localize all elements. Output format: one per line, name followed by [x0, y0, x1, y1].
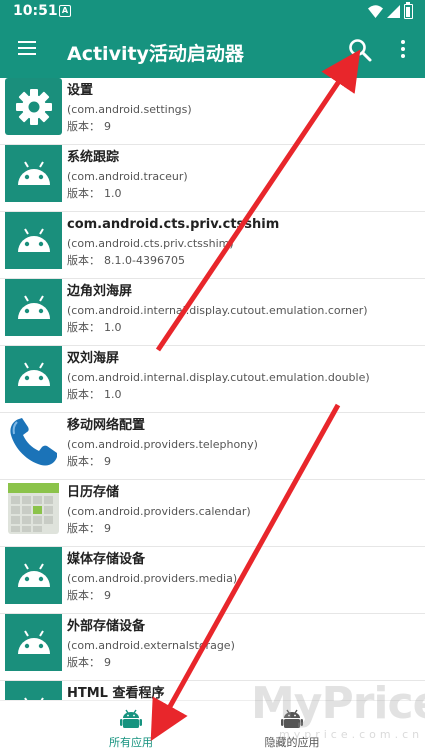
notification-icon: A: [59, 5, 71, 17]
version-label: 版本：: [67, 187, 100, 200]
android-robot-icon: [5, 614, 62, 671]
version-label: 版本：: [67, 522, 100, 535]
list-item[interactable]: 系统跟踪 (com.android.traceur) 版本： 1.0: [0, 145, 425, 212]
app-package: (com.android.externalstorage): [67, 639, 235, 652]
app-name: com.android.cts.priv.ctsshim: [67, 217, 280, 232]
settings-gear-icon: [5, 78, 62, 135]
android-robot-icon: [5, 681, 62, 700]
app-version: 1.0: [104, 321, 122, 334]
app-version: 9: [104, 589, 111, 602]
app-package: (com.android.internal.display.cutout.emu…: [67, 304, 368, 317]
status-bar: 10:51 A: [0, 0, 425, 24]
version-label: 版本：: [67, 455, 100, 468]
cell-signal-icon: [387, 5, 400, 18]
status-time: 10:51: [13, 3, 58, 19]
version-label: 版本：: [67, 254, 100, 267]
app-package: (com.android.internal.display.cutout.emu…: [67, 371, 370, 384]
app-name: 边角刘海屏: [67, 284, 133, 299]
app-name: 外部存储设备: [67, 619, 146, 634]
calendar-icon: [5, 480, 62, 537]
bottom-nav: 所有应用 隐藏的应用: [0, 700, 425, 755]
tab-hidden-apps[interactable]: 隐藏的应用: [186, 701, 398, 755]
app-version: 9: [104, 120, 111, 133]
android-robot-icon: [5, 346, 62, 403]
list-item[interactable]: 外部存储设备 (com.android.externalstorage) 版本：…: [0, 614, 425, 681]
version-label: 版本：: [67, 120, 100, 133]
list-item[interactable]: 设置 (com.android.settings) 版本： 9: [0, 78, 425, 145]
hamburger-icon[interactable]: [18, 41, 36, 55]
android-robot-icon: [5, 279, 62, 336]
app-version: 9: [104, 656, 111, 669]
app-package: (com.android.traceur): [67, 170, 188, 183]
app-name: 系统跟踪: [67, 150, 120, 165]
app-version: 9: [104, 455, 111, 468]
version-label: 版本：: [67, 656, 100, 669]
app-version: 8.1.0-4396705: [104, 254, 185, 267]
app-package: (com.android.providers.telephony): [67, 438, 258, 451]
app-version: 1.0: [104, 388, 122, 401]
list-item[interactable]: 边角刘海屏 (com.android.internal.display.cuto…: [0, 279, 425, 346]
app-name: 日历存储: [67, 485, 120, 500]
tab-label: 隐藏的应用: [264, 736, 320, 749]
app-package: (com.android.providers.calendar): [67, 505, 251, 518]
list-item[interactable]: 媒体存储设备 (com.android.providers.media) 版本：…: [0, 547, 425, 614]
android-robot-icon: [5, 547, 62, 604]
app-name: HTML 查看程序: [67, 686, 165, 700]
phone-handset-icon: [5, 413, 62, 470]
app-name: 双刘海屏: [67, 351, 120, 366]
android-robot-icon: [120, 709, 142, 728]
version-label: 版本：: [67, 321, 100, 334]
list-item[interactable]: 双刘海屏 (com.android.internal.display.cutou…: [0, 346, 425, 413]
list-item[interactable]: com.android.cts.priv.ctsshim (com.androi…: [0, 212, 425, 279]
battery-icon: [404, 2, 413, 19]
version-label: 版本：: [67, 589, 100, 602]
list-item[interactable]: HTML 查看程序: [0, 681, 425, 700]
more-vert-icon[interactable]: [397, 40, 409, 60]
version-label: 版本：: [67, 388, 100, 401]
app-package: (com.android.providers.media): [67, 572, 238, 585]
app-version: 1.0: [104, 187, 122, 200]
page-title: Activity活动启动器: [67, 43, 244, 65]
app-bar: Activity活动启动器: [0, 24, 425, 78]
android-robot-icon: [281, 709, 303, 728]
app-package: (com.android.cts.priv.ctsshim): [67, 237, 234, 250]
list-item[interactable]: 日历存储 (com.android.providers.calendar) 版本…: [0, 480, 425, 547]
app-package: (com.android.settings): [67, 103, 192, 116]
android-robot-icon: [5, 145, 62, 202]
app-list: 设置 (com.android.settings) 版本： 9 系统跟踪 (com…: [0, 78, 425, 700]
list-item[interactable]: 移动网络配置 (com.android.providers.telephony)…: [0, 413, 425, 480]
app-name: 设置: [67, 83, 94, 98]
search-icon[interactable]: [347, 37, 373, 63]
android-robot-icon: [5, 212, 62, 269]
app-name: 移动网络配置: [67, 418, 146, 433]
app-name: 媒体存储设备: [67, 552, 146, 567]
app-version: 9: [104, 522, 111, 535]
wifi-icon: [368, 5, 383, 18]
